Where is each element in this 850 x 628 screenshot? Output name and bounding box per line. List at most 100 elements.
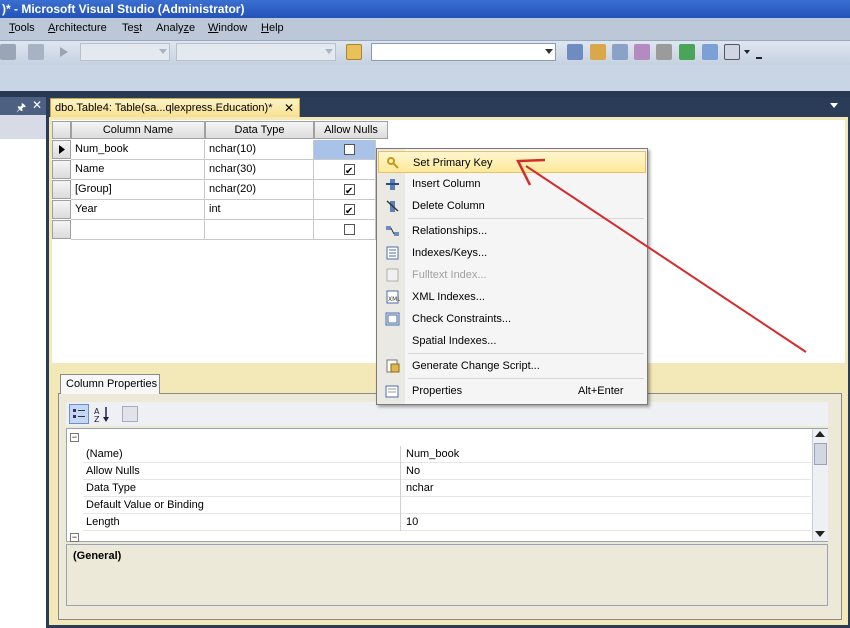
configuration-combo[interactable] [80,43,170,61]
allow-nulls-checkbox[interactable] [344,182,355,201]
menu-item-check-constraints[interactable]: Check Constraints... [378,308,646,330]
tool-window-header: 🖈 ✕ [0,97,46,115]
menu-architecture[interactable]: Architecture [48,22,107,34]
property-row[interactable]: Default Value or Binding [83,497,811,514]
cell-allow-nulls[interactable] [314,160,376,181]
property-value[interactable]: nchar [403,480,434,497]
cell-data-type[interactable]: nchar(10) [205,140,314,160]
menu-separator [408,378,644,379]
scroll-thumb[interactable] [814,443,827,465]
properties-scrollbar[interactable] [812,429,828,541]
object-browser-icon[interactable] [612,44,628,60]
xml-indexes-icon: XML [385,290,401,304]
menu-item-set-primary-key[interactable]: Set Primary Key [378,151,646,173]
property-row[interactable]: (Name) Num_book [83,446,811,463]
menu-item-indexes-keys[interactable]: Indexes/Keys... [378,242,646,264]
collapse-group-icon[interactable]: − [70,433,79,442]
grid-header-allow-nulls[interactable]: Allow Nulls [314,121,388,139]
property-name: Default Value or Binding [83,497,401,514]
solution-explorer-icon[interactable] [567,44,583,60]
platform-combo[interactable] [176,43,336,61]
close-icon[interactable]: ✕ [284,99,294,117]
cell-allow-nulls[interactable] [314,220,376,240]
allow-nulls-checkbox[interactable] [344,162,355,181]
grid-header-data-type[interactable]: Data Type [205,121,314,139]
command-window-icon[interactable] [724,44,740,60]
menu-separator [408,353,644,354]
grid-header-column-name[interactable]: Column Name [71,121,205,139]
chevron-down-icon[interactable] [744,50,750,54]
server-explorer-icon[interactable] [702,44,718,60]
cell-column-name[interactable]: Name [71,160,205,180]
menu-help[interactable]: Help [261,22,284,34]
cell-column-name[interactable]: Num_book [71,140,205,160]
menu-item-relationships[interactable]: Relationships... [378,220,646,242]
start-page-icon[interactable] [679,44,695,60]
row-selector[interactable] [52,200,71,219]
menu-item-xml-indexes[interactable]: XML XML Indexes... [378,286,646,308]
save-all-icon[interactable] [0,44,16,60]
allow-nulls-checkbox[interactable] [344,224,355,235]
cell-data-type[interactable] [205,220,314,240]
find-in-files-icon[interactable] [346,44,362,60]
scroll-up-icon[interactable] [815,431,825,437]
alphabetical-icon[interactable]: AZ [93,404,113,424]
standard-toolbar [0,41,850,65]
document-tab-label: dbo.Table4: Table(sa...qlexpress.Educati… [55,102,273,114]
toolbar-overflow-icon[interactable] [756,51,762,59]
menu-item-properties[interactable]: Properties Alt+Enter [378,380,646,402]
allow-nulls-checkbox[interactable] [344,144,355,155]
properties-grid: − (Name) Num_book Allow Nulls No Data Ty… [66,428,828,542]
document-tab[interactable]: dbo.Table4: Table(sa...qlexpress.Educati… [50,98,300,117]
allow-nulls-checkbox[interactable] [344,202,355,221]
generate-script-icon [385,359,400,373]
tab-column-properties[interactable]: Column Properties [60,374,160,394]
property-row[interactable]: Data Type nchar [83,480,811,497]
row-selector[interactable] [52,180,71,199]
menu-analyze[interactable]: Analyze [156,22,195,34]
menu-item-fulltext-index[interactable]: Fulltext Index... [378,264,646,286]
properties-window-icon[interactable] [590,44,606,60]
categorized-icon[interactable] [69,404,89,424]
window-title: )* - Microsoft Visual Studio (Administra… [2,2,245,16]
menu-tools[interactable]: Tools [9,22,35,34]
property-name: Data Type [83,480,401,497]
row-selector[interactable] [52,220,71,239]
property-value[interactable]: No [403,463,420,480]
menu-item-delete-column[interactable]: Delete Column [378,195,646,217]
cell-data-type[interactable]: int [205,200,314,220]
cell-column-name[interactable] [71,220,205,240]
cell-allow-nulls[interactable] [314,140,376,160]
menu-window[interactable]: Window [208,22,247,34]
start-debug-icon[interactable] [58,44,70,60]
property-value[interactable]: 10 [403,514,418,531]
chevron-down-icon[interactable] [830,103,838,108]
toolbox-icon[interactable] [634,44,650,60]
cell-column-name[interactable]: Year [71,200,205,220]
cell-allow-nulls[interactable] [314,180,376,201]
tools-icon[interactable] [656,44,672,60]
menu-item-insert-column[interactable]: Insert Column [378,173,646,195]
cell-allow-nulls[interactable] [314,200,376,221]
publish-icon[interactable] [28,44,44,60]
scroll-down-icon[interactable] [815,531,825,537]
svg-text:Z: Z [94,415,100,424]
menu-item-generate-change-script[interactable]: Generate Change Script... [378,355,646,377]
property-value[interactable] [403,497,406,514]
chevron-down-icon [545,49,553,54]
property-row[interactable]: Allow Nulls No [83,463,811,480]
property-name: Allow Nulls [83,463,401,480]
property-row[interactable]: Length 10 [83,514,811,531]
properties-icon [385,384,400,398]
property-value[interactable]: Num_book [403,446,459,463]
menu-item-spatial-indexes[interactable]: Spatial Indexes... [378,330,646,352]
close-icon[interactable]: ✕ [32,98,42,112]
collapse-group-icon[interactable]: − [70,533,79,542]
cell-column-name[interactable]: [Group] [71,180,205,200]
row-selector[interactable] [52,160,71,179]
cell-data-type[interactable]: nchar(30) [205,160,314,180]
row-selector-current[interactable] [52,140,71,159]
cell-data-type[interactable]: nchar(20) [205,180,314,200]
menu-test[interactable]: Test [122,22,142,34]
find-combo[interactable] [371,43,556,61]
